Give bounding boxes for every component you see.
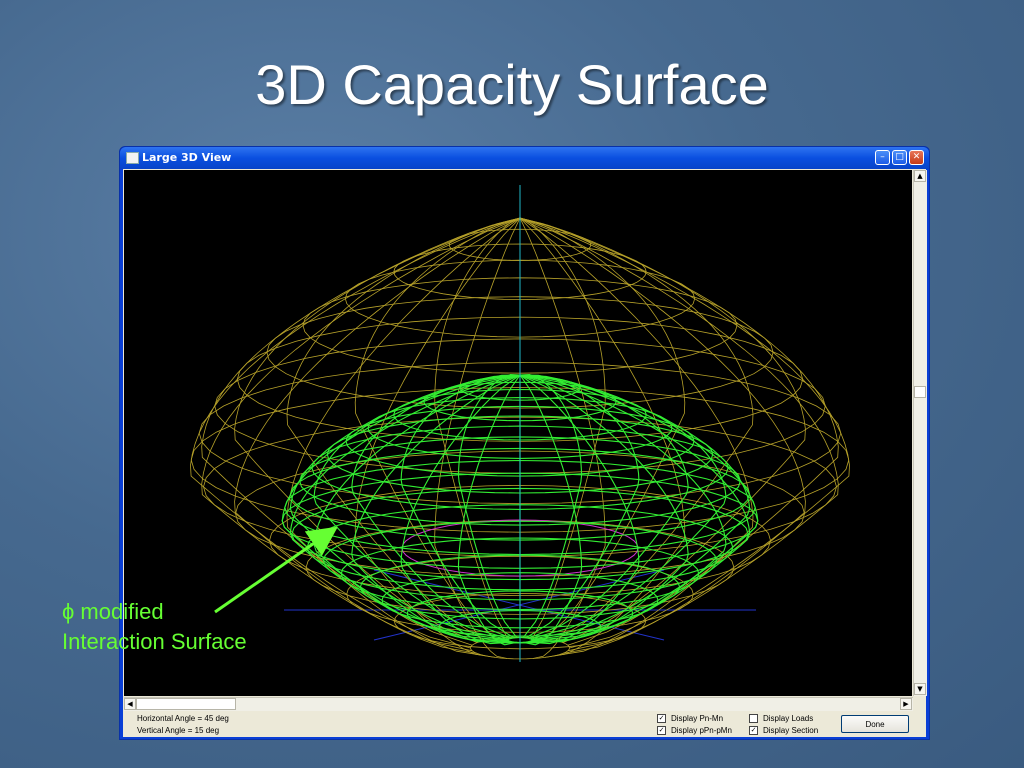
window-app-icon[interactable]: [126, 152, 139, 164]
nominal-surface-meridian: [519, 217, 754, 657]
window-title: Large 3D View: [142, 151, 232, 164]
display-pn-mn-checkbox[interactable]: ✓ Display Pn-Mn: [657, 714, 724, 724]
ppn-pmn-check-box[interactable]: ✓: [657, 726, 666, 736]
loads-label: Display Loads: [763, 714, 814, 723]
horizontal-angle-readout: Horizontal Angle = 45 deg: [137, 714, 229, 723]
section-check-box[interactable]: ✓: [749, 726, 758, 736]
horizontal-scrollbar[interactable]: ◀ ▶: [124, 697, 913, 711]
vertical-scroll-thumb[interactable]: [914, 386, 926, 398]
scroll-down-icon[interactable]: ▼: [914, 683, 926, 695]
ppn-pmn-label: Display pPn-pMn: [671, 726, 732, 735]
scroll-left-icon[interactable]: ◀: [124, 698, 136, 710]
modified-surface-meridian: [519, 374, 583, 646]
annotation-label: ϕ modified Interaction Surface: [62, 597, 247, 657]
status-area: Horizontal Angle = 45 deg Vertical Angle…: [123, 711, 926, 737]
display-ppn-pmn-checkbox[interactable]: ✓ Display pPn-pMn: [657, 726, 732, 736]
modified-surface-meridian: [457, 374, 521, 646]
pn-mn-label: Display Pn-Mn: [671, 714, 724, 723]
pn-mn-check-box[interactable]: ✓: [657, 714, 666, 724]
section-label: Display Section: [763, 726, 819, 735]
scroll-right-icon[interactable]: ▶: [900, 698, 912, 710]
slide-title: 3D Capacity Surface: [255, 53, 769, 116]
window-titlebar[interactable]: Large 3D View – □ ✕: [120, 147, 929, 169]
maximize-icon[interactable]: □: [892, 150, 907, 165]
display-loads-checkbox[interactable]: Display Loads: [749, 714, 814, 724]
vertical-angle-readout: Vertical Angle = 15 deg: [137, 726, 220, 735]
close-icon[interactable]: ✕: [909, 150, 924, 165]
done-button[interactable]: Done: [841, 715, 909, 733]
scroll-up-icon[interactable]: ▲: [914, 170, 926, 182]
annotation-line-2: Interaction Surface: [62, 629, 247, 654]
nominal-surface-meridian: [286, 217, 521, 657]
minimize-icon[interactable]: –: [875, 150, 890, 165]
vertical-scrollbar[interactable]: ▲ ▼: [913, 170, 927, 696]
display-section-checkbox[interactable]: ✓ Display Section: [749, 726, 819, 736]
horizontal-scroll-thumb[interactable]: [136, 698, 236, 710]
annotation-line-1: ϕ modified: [62, 599, 164, 624]
loads-check-box[interactable]: [749, 714, 758, 724]
